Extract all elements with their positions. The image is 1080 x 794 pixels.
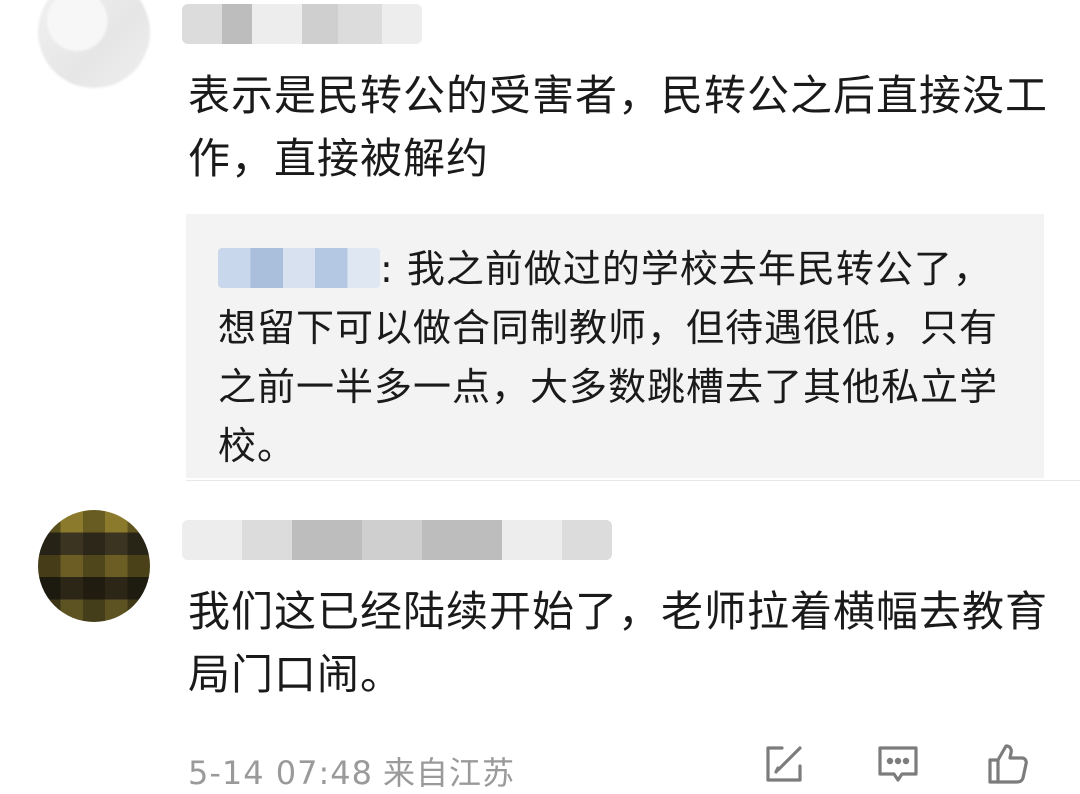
comment-item: 我们这已经陆续开始了，老师拉着横幅去教育局门口闹。 5-14 07:48 来自江苏 — [0, 480, 1080, 794]
avatar[interactable] — [38, 0, 150, 88]
quoted-reply-text: : 我之前做过的学校去年民转公了，想留下可以做合同制教师，但待遇很低，只有之前一… — [218, 240, 1028, 476]
quoted-reply[interactable]: : 我之前做过的学校去年民转公了，想留下可以做合同制教师，但待遇很低，只有之前一… — [186, 214, 1044, 478]
username-blurred[interactable] — [182, 4, 422, 44]
comment-actions — [0, 740, 1080, 790]
username-blurred[interactable] — [182, 520, 612, 560]
like-icon[interactable] — [984, 740, 1032, 788]
comment-text: 表示是民转公的受害者，民转公之后直接没工作，直接被解约 — [188, 71, 1049, 183]
comment-text: 我们这已经陆续开始了，老师拉着横幅去教育局门口闹。 — [188, 587, 1049, 699]
edit-icon[interactable] — [760, 740, 808, 788]
avatar[interactable] — [38, 510, 150, 622]
comment-item: 表示是民转公的受害者，民转公之后直接没工作，直接被解约 : 我之前做过的学校去年… — [0, 0, 1080, 480]
quoted-username-blurred[interactable] — [218, 248, 380, 288]
comment-icon[interactable] — [874, 740, 922, 788]
